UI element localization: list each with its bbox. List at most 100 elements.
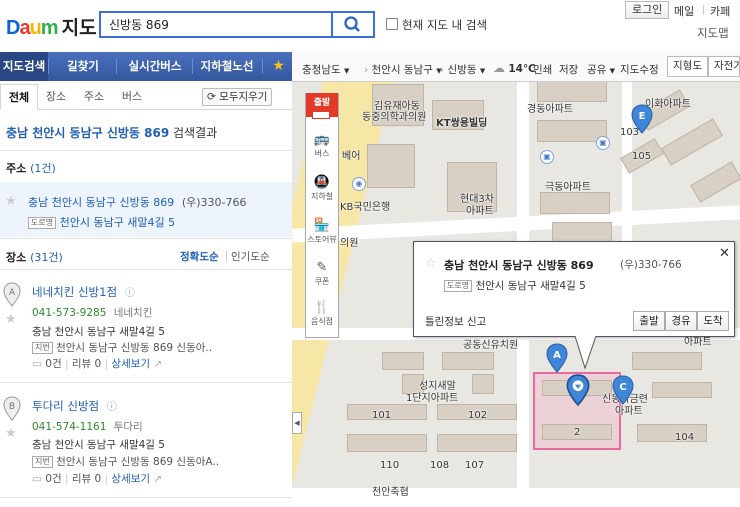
refresh-icon: ⟳ [207,91,216,103]
login-button[interactable]: 로그인 [625,1,670,19]
review-icon: ▭ [32,358,42,370]
divider [703,5,704,15]
report-link[interactable]: 틀린정보 신고 [425,314,486,329]
breadcrumb-city[interactable]: › 천안시 동남구 ▼ [364,62,442,77]
route-start-button[interactable]: 출발 [633,311,665,331]
search-button[interactable] [333,11,375,38]
address-line: 충남 천안시 동남구 신방동 869 (우)330-766 [28,196,247,209]
divider [0,238,292,239]
save-button[interactable]: 저장 [559,62,578,77]
terrain-map-button[interactable]: 지형도 [667,56,708,77]
sort-accuracy[interactable]: 정확도순 [180,249,219,264]
map-service-link[interactable]: 지도맵 [697,25,729,41]
favorite-star-icon[interactable]: ★ [5,312,17,327]
tab-bus[interactable]: 버스 [116,84,148,110]
favorite-star-icon[interactable]: ★ [5,194,17,209]
road [292,488,740,507]
map-label: 천안축협 [372,487,409,498]
map-label: 공동신유치원 [463,340,519,351]
marker-e-icon[interactable]: E [631,104,653,134]
side-bus[interactable]: 🚌 버스 [305,132,339,159]
route-via-button[interactable]: 경유 [665,311,697,331]
nav-map-search[interactable]: 지도검색 [0,52,48,81]
bus-stop-icon[interactable]: ▣ [540,150,554,164]
breadcrumb-dong[interactable]: › 신방동 ▼ [440,62,485,77]
external-link-icon: ↗ [153,358,163,370]
building [537,80,607,102]
chevron-right-icon: › [440,64,445,76]
collapse-panel-button[interactable]: ◀ [292,412,302,434]
bank-icon[interactable]: ◉ [352,177,366,191]
svg-text:A: A [9,288,16,298]
building [552,222,612,242]
place-section-header: 장소 (31건) [6,251,63,264]
edit-map-button[interactable]: 지도수정 [620,62,659,77]
share-button[interactable]: 공유 ▼ [587,62,615,77]
place-road-address: 충남 천안시 동남구 새말4길 5 [32,439,165,451]
side-coupon[interactable]: ✎ 쿠폰 [305,260,339,287]
svg-text:E: E [639,111,646,122]
map-label: 베어 [342,151,361,162]
cafe-link[interactable]: 카페 [710,3,730,19]
map-area-checkbox-label: 현재 지도 내 검색 [402,18,488,32]
print-button[interactable]: 인쇄 [533,62,552,77]
star-icon[interactable]: ★ [265,52,292,81]
tab-all[interactable]: 전체 [0,84,38,110]
result-title: 충남 천안시 동남구 신방동 869 검색결과 [6,126,218,140]
building [661,118,723,166]
nav-directions[interactable]: 길찾기 [54,52,112,81]
side-subway[interactable]: 🚇 지하철 [305,175,339,202]
place-name[interactable]: 네네치킨 신방1점 ⓘ [32,284,135,300]
place-stats: ▭ 0건 | 리뷰 0 | 상세보기 ↗ [32,358,163,370]
route-end-button[interactable]: 도착 [697,311,729,331]
detail-link[interactable]: 상세보기 [111,358,150,370]
tab-address[interactable]: 주소 [78,84,110,110]
map-label: 2 [574,427,581,438]
breadcrumb-province[interactable]: 충청남도 ▼ [302,62,349,77]
map-label: 108 [430,460,450,471]
bus-stop-icon[interactable]: ▣ [596,136,610,150]
nav-subway-map[interactable]: 지하철노선 [196,52,258,81]
place-name[interactable]: 투다리 신방점 ⓘ [32,398,117,414]
marker-c-icon[interactable]: C [612,375,634,405]
close-icon[interactable]: ✕ [719,246,730,261]
building [540,192,610,214]
map-area-checkbox[interactable] [386,18,398,30]
marker-a-icon[interactable]: A [546,343,568,373]
building [442,352,494,370]
fork-icon: 🍴 [313,300,331,315]
building [652,382,712,398]
favorite-star-icon[interactable]: ★ [5,426,17,441]
map-label: 104 [675,432,695,443]
search-input[interactable] [101,13,331,36]
chevron-right-icon: › [364,64,369,76]
map-label: KB국민은행 [340,202,391,213]
clear-all-button[interactable]: ⟳ 모두지우기 [202,88,273,106]
chevron-down-icon: ▼ [609,67,616,75]
divider [0,150,292,151]
popup-postal: (우)330-766 [620,259,682,271]
bicycle-map-button[interactable]: 자전거 [708,56,740,77]
nav-realtime-bus[interactable]: 실시간버스 [120,52,190,81]
popup-title: 충남 천안시 동남구 신방동 869 [444,259,594,272]
start-flag-icon [312,111,330,119]
map-label: 105 [632,151,652,162]
divider [116,59,117,74]
search-box[interactable] [99,11,333,38]
mail-link[interactable]: 메일 [674,3,694,19]
address-link[interactable]: 충남 천안시 동남구 신방동 869 [28,196,174,209]
tab-places[interactable]: 장소 [40,84,72,110]
weather: ☁ 14℃ [493,61,536,75]
building [437,434,517,452]
daum-logo[interactable]: Daum 지도 [6,13,97,40]
building [472,374,494,394]
search-icon [344,16,360,32]
location-pin-icon[interactable] [566,374,590,406]
detail-link[interactable]: 상세보기 [111,473,150,485]
cloud-icon: ☁ [493,61,505,75]
svg-text:B: B [9,402,15,412]
sort-popular[interactable]: 인기도순 [231,249,270,264]
favorite-star-icon[interactable]: ☆ [425,256,437,271]
side-restaurant[interactable]: 🍴 음식점 [305,300,339,327]
side-store[interactable]: 🏪 스토어뷰 [305,218,339,245]
